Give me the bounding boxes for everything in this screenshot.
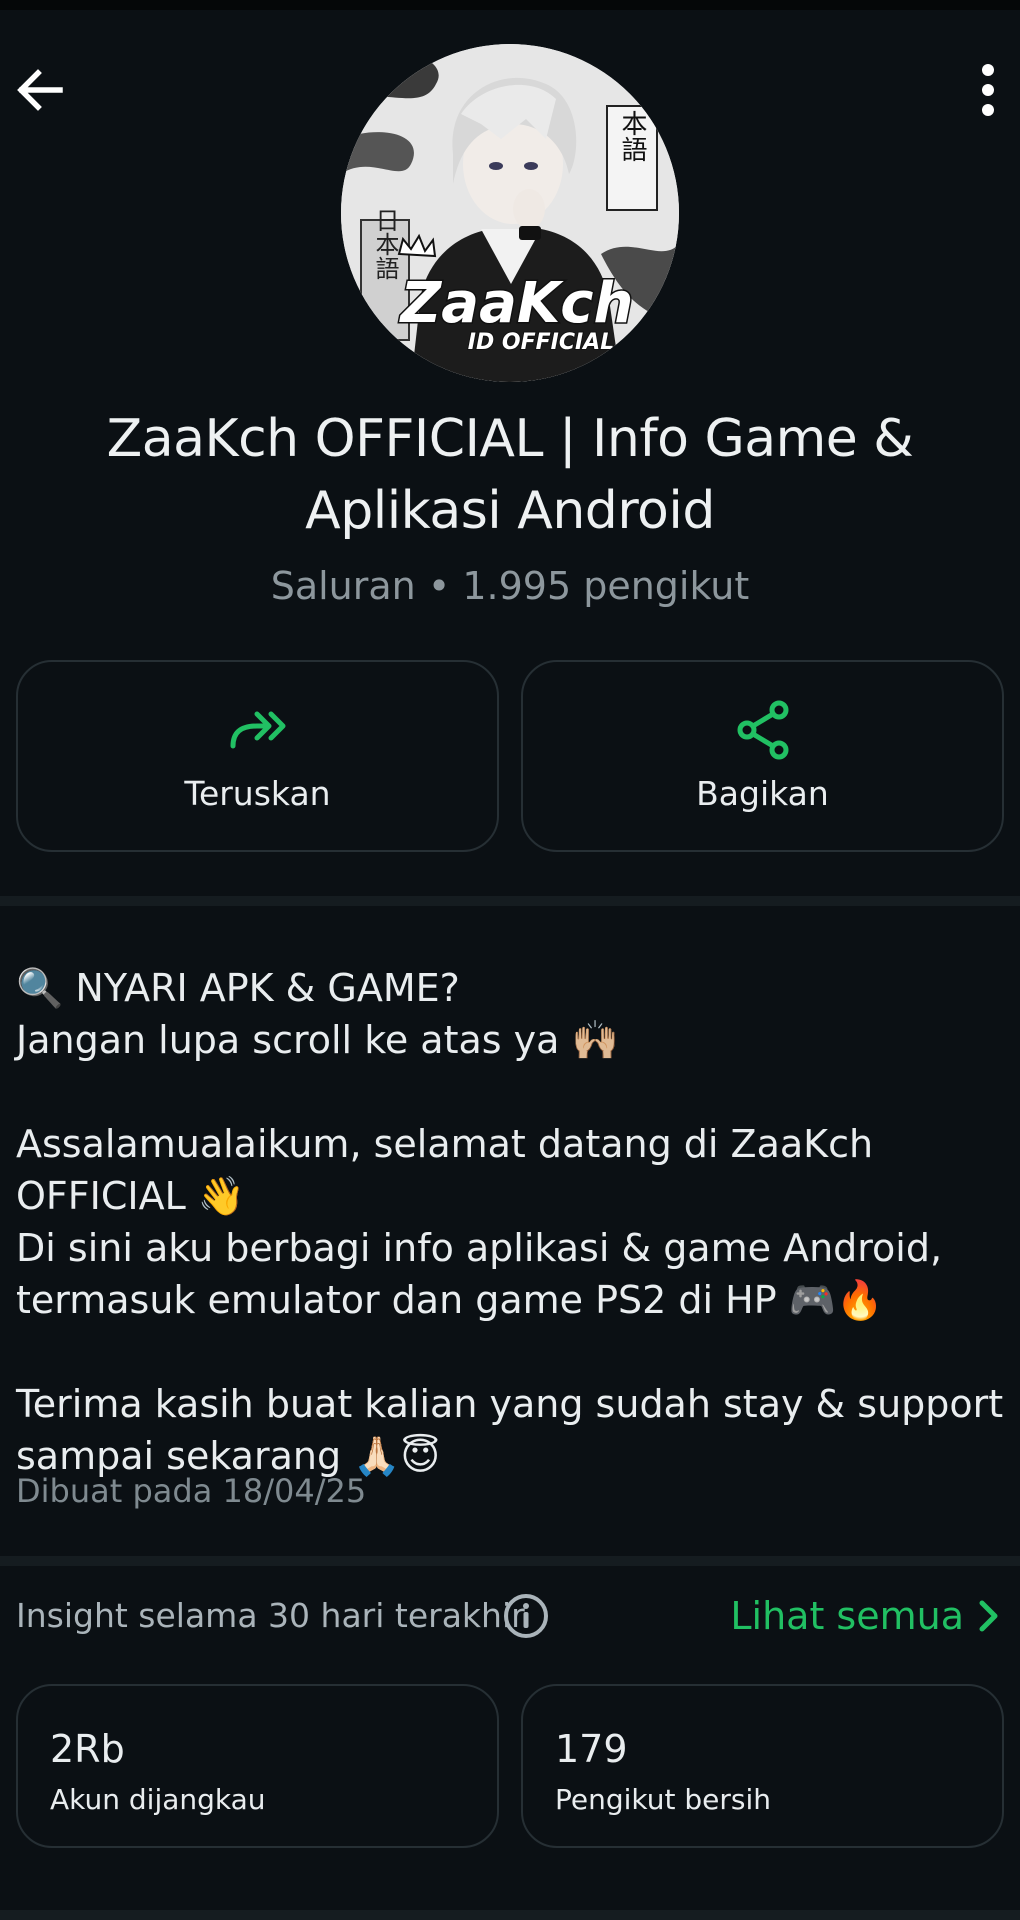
stat-card-net-followers[interactable]: 179 Pengikut bersih (521, 1684, 1004, 1848)
stat-card-reached[interactable]: 2Rb Akun dijangkau (16, 1684, 499, 1848)
avatar-kanji-top: 本語 (617, 110, 647, 162)
stat-caption: Akun dijangkau (50, 1783, 266, 1816)
section-divider (0, 896, 1020, 906)
share-label: Bagikan (696, 774, 829, 813)
forward-button[interactable]: Teruskan (16, 660, 499, 852)
avatar-artwork: 本語 日本語 ZaaKch ID OFFICIAL (341, 44, 679, 382)
more-vertical-icon (982, 64, 994, 116)
channel-info-screen: 本語 日本語 ZaaKch ID OFFICIAL ZaaKch OFFICIA… (0, 0, 1020, 1920)
bottom-divider (0, 1910, 1020, 1920)
avatar-kanji-left: 日本語 (371, 208, 399, 280)
arrow-left-icon (17, 69, 63, 111)
forward-icon (227, 698, 289, 762)
share-icon (735, 698, 791, 762)
see-all-link[interactable]: Lihat semua (730, 1588, 1000, 1644)
more-options-button[interactable] (956, 54, 1020, 126)
status-bar-strip (0, 0, 1020, 10)
channel-avatar[interactable]: 本語 日本語 ZaaKch ID OFFICIAL (341, 44, 679, 382)
stat-caption: Pengikut bersih (555, 1783, 772, 1816)
share-button[interactable]: Bagikan (521, 660, 1004, 852)
channel-meta: Saluran • 1.995 pengikut (270, 564, 750, 608)
created-date: Dibuat pada 18/04/25 (16, 1472, 367, 1510)
avatar-logo-subtext: ID OFFICIAL (468, 330, 614, 355)
forward-label: Teruskan (184, 774, 331, 813)
channel-title: ZaaKch OFFICIAL | Info Game & Aplikasi A… (106, 409, 914, 541)
stat-value: 179 (555, 1727, 628, 1771)
chevron-right-icon (979, 1600, 998, 1632)
stat-value: 2Rb (50, 1727, 125, 1771)
info-icon[interactable] (502, 1592, 550, 1640)
section-divider (0, 1556, 1020, 1566)
avatar-logo-text: ZaaKch (399, 271, 634, 336)
see-all-label: Lihat semua (730, 1594, 964, 1638)
back-button[interactable] (4, 54, 76, 126)
channel-description: 🔍 NYARI APK & GAME? Jangan lupa scroll k… (16, 966, 1004, 1478)
insights-label: Insight selama 30 hari terakhir (16, 1596, 525, 1635)
